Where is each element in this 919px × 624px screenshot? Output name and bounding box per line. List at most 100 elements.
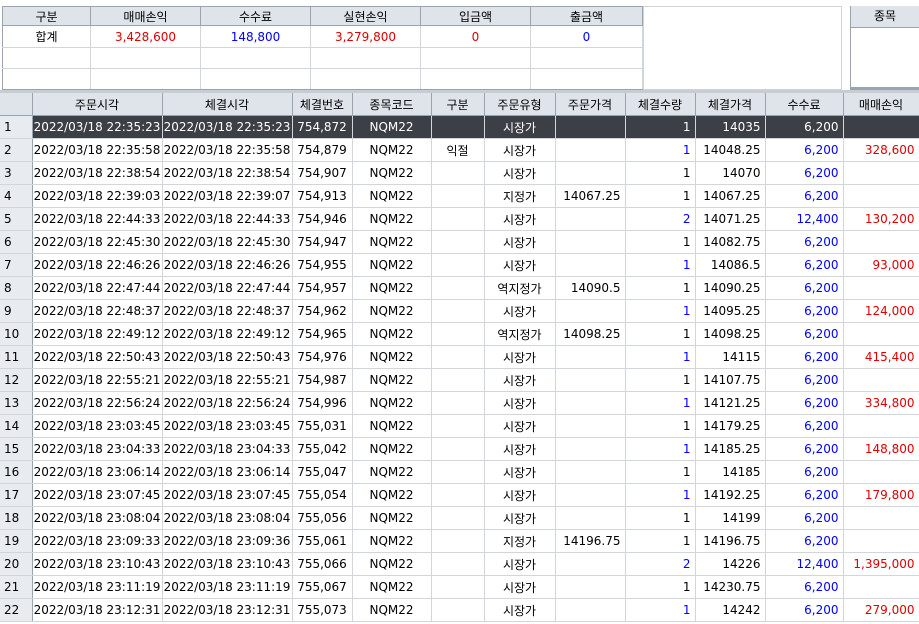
cell-code: NQM22 [352,437,432,461]
cell-pnl: 328,600 [843,138,919,162]
cell-fill-time: 2022/03/18 22:50:43 [162,345,293,369]
cell-fee: 12,400 [765,552,844,576]
cell-order-price: 14196.75 [555,529,626,553]
table-row[interactable]: 9 2022/03/18 22:48:37 2022/03/18 22:48:3… [0,299,919,323]
cell-pnl [843,368,919,392]
cell-fill-price: 14067.25 [695,184,766,208]
table-row[interactable]: 6 2022/03/18 22:45:30 2022/03/18 22:45:3… [0,230,919,254]
cell-code: NQM22 [352,253,432,277]
cell-order-type: 역지정가 [484,276,556,300]
column-header-qty[interactable]: 체결수량 [625,93,696,116]
column-header-fill-time[interactable]: 체결시각 [162,93,293,116]
column-header-order-type[interactable]: 주문유형 [484,93,556,116]
cell-order-time: 2022/03/18 22:55:21 [32,368,163,392]
cell-side [431,276,485,300]
table-row[interactable]: 5 2022/03/18 22:44:33 2022/03/18 22:44:3… [0,207,919,231]
summary-total-row[interactable]: 합계 3,428,600 148,800 3,279,800 0 0 [2,25,643,48]
table-row[interactable]: 20 2022/03/18 23:10:43 2022/03/18 23:10:… [0,552,919,576]
column-header-side[interactable]: 구분 [431,93,485,116]
table-row[interactable]: 11 2022/03/18 22:50:43 2022/03/18 22:50:… [0,345,919,369]
symbol-panel-header: 종목 [851,6,919,28]
cell-side [431,414,485,438]
summary-empty-row [2,47,643,69]
cell-order-time: 2022/03/18 23:07:45 [32,483,163,507]
cell-order-time: 2022/03/18 22:56:24 [32,391,163,415]
table-row[interactable]: 10 2022/03/18 22:49:12 2022/03/18 22:49:… [0,322,919,346]
cell-side [431,161,485,185]
cell-fee: 6,200 [765,115,844,139]
summary-header: 실현손익 [310,6,421,26]
cell-code: NQM22 [352,207,432,231]
table-row[interactable]: 21 2022/03/18 23:11:19 2022/03/18 23:11:… [0,575,919,599]
table-row[interactable]: 12 2022/03/18 22:55:21 2022/03/18 22:55:… [0,368,919,392]
cell-code: NQM22 [352,115,432,139]
cell-order-type: 시장가 [484,253,556,277]
row-number: 6 [0,230,33,254]
table-row[interactable]: 14 2022/03/18 23:03:45 2022/03/18 23:03:… [0,414,919,438]
table-row[interactable]: 1 2022/03/18 22:35:23 2022/03/18 22:35:2… [0,115,919,139]
cell-order-time: 2022/03/18 22:38:54 [32,161,163,185]
empty-cell [530,68,643,90]
column-header-order-price[interactable]: 주문가격 [555,93,626,116]
table-row[interactable]: 15 2022/03/18 23:04:33 2022/03/18 23:04:… [0,437,919,461]
column-header-pnl[interactable]: 매매손익 [843,93,919,116]
cell-qty: 1 [625,529,696,553]
cell-qty: 1 [625,184,696,208]
cell-pnl [843,529,919,553]
cell-qty: 2 [625,207,696,231]
row-number: 17 [0,483,33,507]
cell-qty: 2 [625,552,696,576]
cell-code: NQM22 [352,322,432,346]
cell-pnl: 124,000 [843,299,919,323]
cell-order-time: 2022/03/18 23:10:43 [32,552,163,576]
cell-fill-no: 755,054 [292,483,353,507]
row-number: 4 [0,184,33,208]
table-row[interactable]: 2 2022/03/18 22:35:58 2022/03/18 22:35:5… [0,138,919,162]
cell-fill-price: 14226 [695,552,766,576]
table-row[interactable]: 3 2022/03/18 22:38:54 2022/03/18 22:38:5… [0,161,919,185]
table-row[interactable]: 22 2022/03/18 23:12:31 2022/03/18 23:12:… [0,598,919,622]
cell-fill-no: 754,976 [292,345,353,369]
cell-side: 익절 [431,138,485,162]
cell-side [431,483,485,507]
cell-side [431,437,485,461]
cell-code: NQM22 [352,552,432,576]
empty-cell [2,47,91,69]
cell-qty: 1 [625,161,696,185]
cell-order-price [555,230,626,254]
cell-order-price [555,575,626,599]
cell-fill-price: 14090.25 [695,276,766,300]
cell-pnl [843,184,919,208]
cell-fill-price: 14196.75 [695,529,766,553]
table-row[interactable]: 16 2022/03/18 23:06:14 2022/03/18 23:06:… [0,460,919,484]
cell-pnl: 93,000 [843,253,919,277]
cell-code: NQM22 [352,598,432,622]
table-row[interactable]: 8 2022/03/18 22:47:44 2022/03/18 22:47:4… [0,276,919,300]
row-number: 22 [0,598,33,622]
table-row[interactable]: 19 2022/03/18 23:09:33 2022/03/18 23:09:… [0,529,919,553]
cell-fill-price: 14185 [695,460,766,484]
cell-qty: 1 [625,322,696,346]
column-header-fill-price[interactable]: 체결가격 [695,93,766,116]
table-row[interactable]: 7 2022/03/18 22:46:26 2022/03/18 22:46:2… [0,253,919,277]
cell-fill-time: 2022/03/18 23:07:45 [162,483,293,507]
column-header-order-time[interactable]: 주문시각 [32,93,163,116]
cell-side [431,322,485,346]
column-header-fill-no[interactable]: 체결번호 [292,93,353,116]
empty-cell [530,47,643,69]
column-header-code[interactable]: 종목코드 [352,93,432,116]
symbol-panel[interactable]: 종목 [850,6,919,90]
column-header-fee[interactable]: 수수료 [765,93,844,116]
cell-side [431,299,485,323]
cell-fee: 6,200 [765,276,844,300]
cell-fill-time: 2022/03/18 23:09:36 [162,529,293,553]
cell-fee: 6,200 [765,184,844,208]
table-row[interactable]: 4 2022/03/18 22:39:03 2022/03/18 22:39:0… [0,184,919,208]
grid-header-row: 주문시각 체결시각 체결번호 종목코드 구분 주문유형 주문가격 체결수량 체결… [0,93,919,116]
fills-grid: 주문시각 체결시각 체결번호 종목코드 구분 주문유형 주문가격 체결수량 체결… [0,93,919,622]
table-row[interactable]: 18 2022/03/18 23:08:04 2022/03/18 23:08:… [0,506,919,530]
symbol-list[interactable] [851,28,919,90]
table-row[interactable]: 13 2022/03/18 22:56:24 2022/03/18 22:56:… [0,391,919,415]
cell-fill-no: 755,056 [292,506,353,530]
table-row[interactable]: 17 2022/03/18 23:07:45 2022/03/18 23:07:… [0,483,919,507]
